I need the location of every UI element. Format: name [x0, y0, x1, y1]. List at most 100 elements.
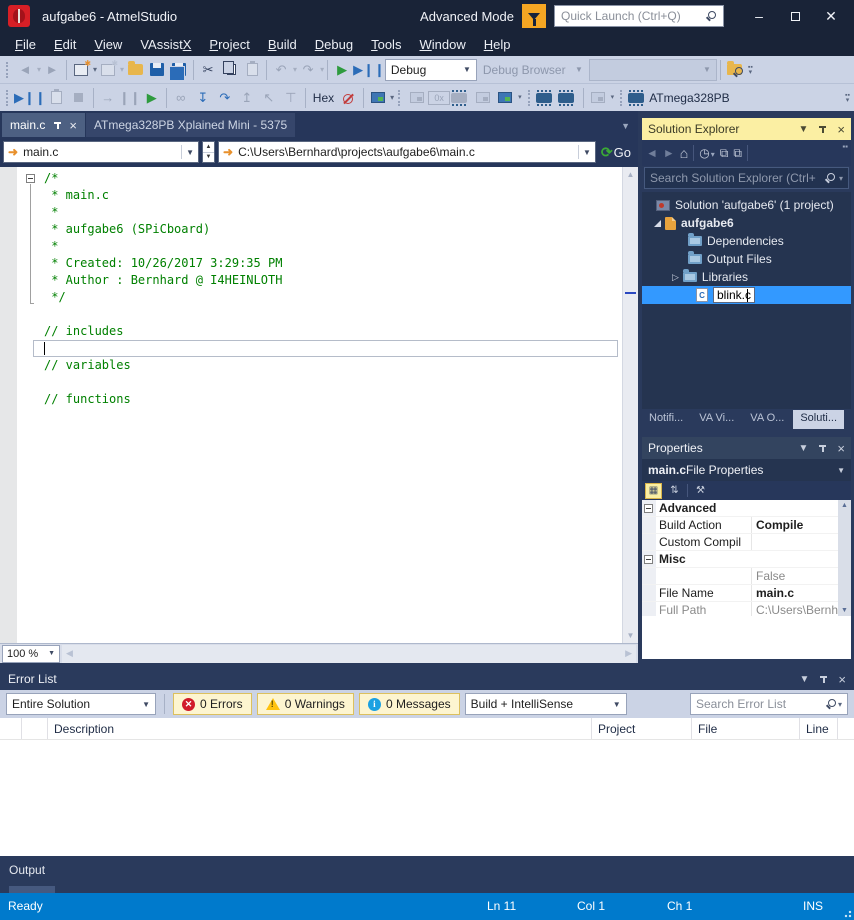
empty-combo[interactable]: ▼ — [589, 59, 717, 81]
column-project[interactable]: Project — [592, 718, 692, 739]
step-over-button[interactable]: ↷ — [214, 87, 236, 109]
flag-column[interactable] — [22, 718, 48, 739]
debug-browser-combo[interactable]: Debug Browser▼ — [477, 59, 589, 81]
start-and-break-button[interactable]: ▶❙❙ — [353, 59, 385, 81]
undo-button[interactable]: ↶ — [270, 59, 292, 81]
property-row[interactable]: False — [642, 568, 838, 585]
toolbar-grip[interactable] — [6, 90, 10, 106]
property-pages-wrench-icon[interactable]: ⚒ — [692, 483, 709, 499]
step-out-button[interactable]: ↥ — [236, 87, 258, 109]
device-programming-button[interactable] — [536, 87, 558, 109]
watch-button[interactable] — [587, 87, 609, 109]
cursor-button[interactable]: ↖ — [258, 87, 280, 109]
categorized-view-button[interactable]: ▦ — [645, 483, 662, 499]
property-category-row[interactable]: Advanced — [642, 500, 838, 517]
properties-titlebar[interactable]: Properties ▼ × — [642, 437, 851, 459]
code-line[interactable]: * Author : Bernhard @ I4HEINLOTH — [0, 272, 622, 289]
disassembly-button[interactable] — [406, 87, 428, 109]
continue-button[interactable]: ▶ — [141, 87, 163, 109]
save-all-button[interactable] — [168, 59, 190, 81]
tree-item-solution[interactable]: Solution 'aufgabe6' (1 project) — [642, 196, 851, 214]
error-list-body[interactable] — [0, 740, 854, 856]
stop-debugging-button[interactable] — [68, 87, 90, 109]
scroll-down-icon[interactable]: ▼ — [623, 631, 638, 640]
errors-filter-button[interactable]: ✕ 0 Errors — [173, 693, 252, 715]
step-into-program-button[interactable]: ▶❙❙ — [14, 87, 46, 109]
profile-filter-button[interactable] — [522, 4, 546, 28]
quick-launch-input[interactable]: Quick Launch (Ctrl+Q) — [554, 5, 724, 27]
scroll-down-icon[interactable]: ▼ — [838, 607, 851, 614]
start-debugging-button[interactable]: ▶ — [331, 59, 353, 81]
toolbar-grip[interactable] — [398, 90, 402, 106]
code-line[interactable]: * main.c — [0, 187, 622, 204]
property-row[interactable]: File Name main.c — [642, 585, 838, 602]
copy-button[interactable] — [219, 59, 241, 81]
menu-help[interactable]: Help — [475, 34, 520, 55]
error-list-search-input[interactable]: Search Error List ▾ — [690, 693, 848, 715]
resize-grip[interactable] — [842, 908, 852, 918]
forward-button[interactable]: ► — [663, 146, 675, 160]
pin-icon[interactable] — [819, 675, 828, 684]
editor-vertical-scrollbar[interactable]: ⇕ ▲ ▼ — [622, 167, 638, 643]
menu-project[interactable]: Project — [200, 34, 258, 55]
column-description[interactable]: Description — [48, 718, 592, 739]
tab-device-info[interactable]: ATmega328PB Xplained Mini - 5375 — [86, 113, 295, 137]
toolbar-grip[interactable] — [6, 62, 10, 78]
save-button[interactable] — [146, 59, 168, 81]
minimize-button[interactable]: – — [744, 3, 774, 29]
menu-tools[interactable]: Tools — [362, 34, 410, 55]
code-line[interactable]: // includes — [0, 323, 622, 340]
toolbar-grip[interactable] — [528, 90, 532, 106]
device-upload-button[interactable] — [558, 87, 580, 109]
expander-collapsed-icon[interactable]: ▷ — [672, 272, 679, 283]
solution-explorer-titlebar[interactable]: Solution Explorer ▼ × — [642, 118, 851, 140]
code-text[interactable]: /* * main.c * * aufgabe6 (SPiCboard) * *… — [0, 170, 622, 408]
close-button[interactable]: ✕ — [816, 3, 846, 29]
toolbar-overflow-button[interactable]: ▾ — [611, 95, 615, 100]
pending-changes-filter-button[interactable]: ◷▾ — [699, 146, 715, 160]
solution-configuration-combo[interactable]: Debug▼ — [385, 59, 477, 81]
tree-item-project[interactable]: aufgabe6 — [642, 214, 851, 232]
redo-button[interactable]: ↷ — [297, 59, 319, 81]
tab-main-c[interactable]: main.c × — [2, 113, 85, 137]
solution-explorer-search-input[interactable]: Search Solution Explorer (Ctrl+ ▾ — [644, 167, 849, 189]
menu-debug[interactable]: Debug — [306, 34, 362, 55]
window-menu-icon[interactable]: ▼ — [799, 443, 809, 454]
menu-view[interactable]: View — [85, 34, 131, 55]
new-project-button[interactable] — [70, 59, 92, 81]
close-icon[interactable]: × — [837, 441, 845, 456]
collapse-all-button[interactable]: ⧉ — [733, 146, 742, 161]
tab-solution-explorer[interactable]: Soluti... — [793, 410, 844, 429]
code-line[interactable]: // variables — [0, 357, 622, 374]
tree-item-output-files[interactable]: Output Files — [642, 250, 851, 268]
code-line[interactable]: // functions — [0, 391, 622, 408]
collapse-icon[interactable] — [644, 555, 653, 564]
build-intellisense-combo[interactable]: Build + IntelliSense ▼ — [465, 693, 627, 715]
menu-vassistx[interactable]: VAssistX — [131, 34, 200, 55]
code-line[interactable] — [0, 374, 622, 391]
tab-list-dropdown[interactable]: ▼ — [621, 121, 630, 131]
go-button[interactable]: ⟳ Go — [599, 144, 635, 161]
attach-button[interactable] — [46, 87, 68, 109]
cut-button[interactable]: ✂ — [197, 59, 219, 81]
scroll-up-icon[interactable]: ▲ — [838, 502, 851, 509]
pin-icon[interactable] — [818, 125, 827, 134]
rename-input[interactable]: blink.c — [713, 287, 755, 303]
hex-toggle-button[interactable]: Hex — [309, 91, 338, 105]
code-line[interactable]: /* — [0, 170, 622, 187]
file-path-combo[interactable]: ➜ C:\Users\Bernhard\projects\aufgabe6\ma… — [218, 141, 596, 163]
property-row[interactable]: Build Action Compile — [642, 517, 838, 534]
menu-file[interactable]: File — [6, 34, 45, 55]
tree-item-blink-c[interactable]: C blink.c — [642, 286, 851, 304]
code-line[interactable]: * Created: 10/26/2017 3:29:35 PM — [0, 255, 622, 272]
properties-object-combo[interactable]: main.c File Properties ▼ — [642, 459, 851, 481]
windows-button[interactable] — [367, 87, 389, 109]
code-editor[interactable]: /* * main.c * * aufgabe6 (SPiCboard) * *… — [0, 167, 638, 643]
paste-button[interactable] — [241, 59, 263, 81]
code-line[interactable]: * — [0, 238, 622, 255]
pin-icon[interactable] — [53, 121, 62, 130]
close-icon[interactable]: × — [837, 122, 845, 137]
fold-collapse-icon[interactable] — [26, 174, 35, 183]
run-to-cursor-button[interactable]: ⊤ — [280, 87, 302, 109]
property-row[interactable]: Full Path C:\Users\Bernha — [642, 602, 838, 616]
